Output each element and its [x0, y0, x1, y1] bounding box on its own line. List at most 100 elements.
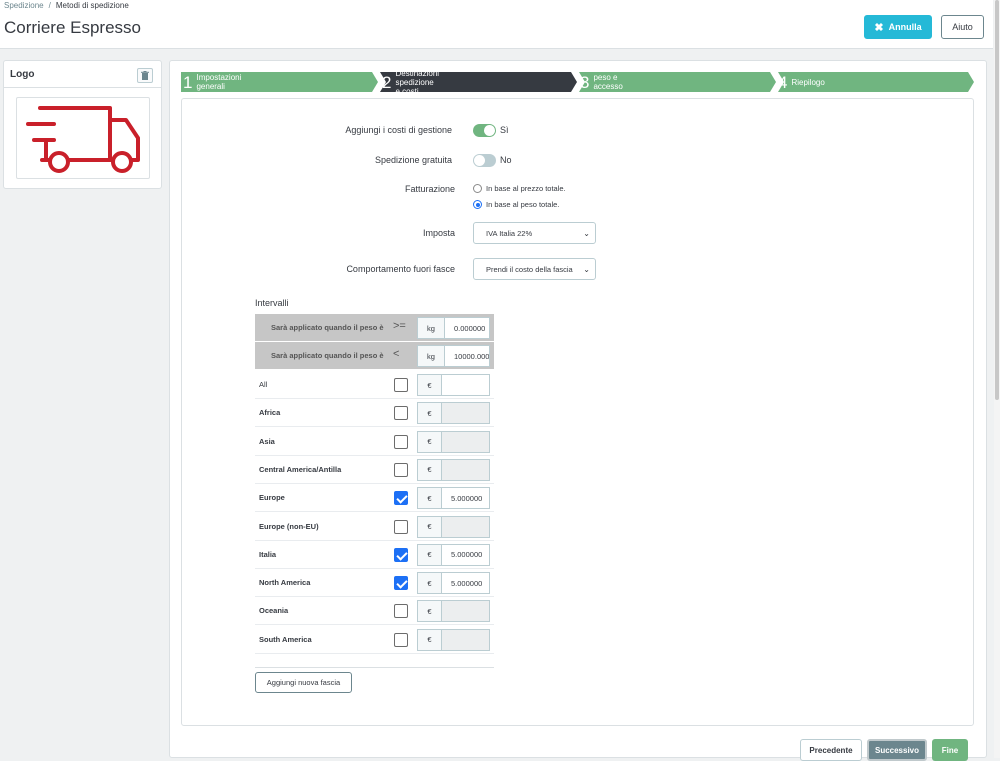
currency-addon: €: [417, 515, 442, 538]
range-upper-input[interactable]: 10000.000000: [444, 345, 490, 367]
zone-name: Europe: [259, 493, 285, 503]
help-button[interactable]: Aiuto: [941, 15, 984, 39]
zone-price-input[interactable]: 5.000000: [441, 487, 490, 510]
breadcrumb-parent-link[interactable]: Spedizione: [4, 1, 44, 10]
step-2[interactable]: 2 Destinazioni spedizione e costi: [380, 69, 439, 96]
zone-name: North America: [259, 578, 311, 588]
zone-price-input[interactable]: 5.000000: [441, 572, 490, 595]
zone-checkbox[interactable]: [394, 604, 408, 619]
zone-checkbox[interactable]: [394, 434, 408, 449]
zone-checkbox[interactable]: [394, 462, 408, 477]
zone-price-input[interactable]: [441, 430, 490, 453]
zone-name: Europe (non-EU): [259, 521, 319, 531]
chevron-down-icon: ⌄: [583, 229, 590, 238]
step-2-label: Destinazioni spedizione e costi: [395, 68, 440, 96]
zone-checkbox[interactable]: [394, 519, 408, 534]
currency-addon: €: [417, 374, 442, 396]
page-header: [0, 0, 993, 49]
cancel-label: Annulla: [888, 22, 922, 32]
zone-checkbox[interactable]: [394, 547, 408, 562]
breadcrumb-current: Metodi di spedizione: [55, 1, 129, 10]
toggle-knob: [484, 125, 495, 136]
zone-checkbox[interactable]: [394, 576, 408, 591]
zone-name: Asia: [259, 436, 275, 446]
logo-panel-header: Logo: [4, 61, 161, 88]
billing-option-weight-label: In base al peso totale.: [486, 200, 560, 209]
zone-price-input[interactable]: [441, 374, 490, 396]
zone-name: Africa: [259, 408, 281, 418]
logo-panel-title: Logo: [10, 69, 35, 80]
billing-option-price[interactable]: In base al prezzo totale.: [473, 184, 566, 193]
tax-select[interactable]: IVA Italia 22% ⌄: [473, 222, 596, 244]
tax-select-value: IVA Italia 22%: [486, 228, 533, 238]
delete-logo-button[interactable]: [137, 68, 153, 83]
out-of-range-select[interactable]: Prendi il costo della fascia ⌄: [473, 258, 596, 280]
zone-name: Italia: [259, 549, 277, 559]
handling-costs-toggle[interactable]: [473, 124, 496, 137]
billing-option-weight[interactable]: In base al peso totale.: [473, 200, 559, 209]
step-3-number: 3: [580, 72, 590, 92]
step-4-label: Riepilogo: [791, 77, 825, 87]
billing-label: Fatturazione: [404, 184, 455, 194]
zone-name: South America: [259, 634, 312, 644]
zone-checkbox[interactable]: [394, 491, 408, 506]
free-shipping-value: No: [500, 155, 512, 165]
currency-addon: €: [417, 600, 442, 623]
step-4-number: 4: [778, 72, 788, 92]
currency-addon: €: [417, 628, 442, 651]
ranges-divider: [255, 667, 494, 668]
currency-addon: €: [417, 572, 442, 595]
zone-price-input[interactable]: [441, 458, 490, 481]
step-1[interactable]: 1 Impostazioni generali: [181, 72, 241, 92]
step-1-label: Impostazioni generali: [196, 73, 242, 91]
currency-addon: €: [417, 430, 442, 453]
tax-label: Imposta: [422, 228, 455, 238]
zone-name: All: [259, 380, 268, 389]
logo-image: [16, 97, 150, 179]
billing-radio-weight[interactable]: [473, 200, 482, 209]
out-of-range-label: Comportamento fuori fasce: [346, 264, 455, 274]
scrollbar-thumb[interactable]: [995, 0, 999, 400]
currency-addon: €: [417, 543, 442, 566]
handling-costs-value: Sì: [500, 125, 509, 135]
zone-name: Oceania: [259, 606, 289, 616]
toggle-knob: [474, 155, 485, 166]
step-1-number: 1: [183, 72, 193, 92]
step-2-number: 2: [382, 72, 392, 92]
trash-icon: [141, 71, 149, 80]
range-upper-label: Sarà applicato quando il peso è: [271, 351, 384, 360]
range-upper-operator: <: [393, 348, 400, 360]
billing-option-price-label: In base al prezzo totale.: [486, 184, 566, 193]
chevron-down-icon: ⌄: [583, 265, 590, 274]
currency-addon: €: [417, 402, 442, 425]
close-icon: ✖: [874, 21, 884, 34]
handling-costs-label: Aggiungi i costi di gestione: [345, 125, 452, 135]
breadcrumb: Spedizione / Metodi di spedizione: [4, 1, 129, 10]
zone-checkbox[interactable]: [394, 632, 408, 647]
free-shipping-label: Spedizione gratuita: [374, 155, 452, 165]
step-3-label: Dimensioni, peso e accesso gruppo: [593, 64, 636, 100]
ranges-title: Intervalli: [255, 298, 289, 308]
zone-checkbox[interactable]: [394, 406, 408, 421]
cancel-button[interactable]: ✖ Annulla: [864, 15, 932, 39]
range-lower-unit: kg: [417, 317, 445, 339]
billing-radio-price[interactable]: [473, 184, 482, 193]
zone-price-input[interactable]: [441, 402, 490, 425]
step-3[interactable]: 3 Dimensioni, peso e accesso gruppo: [578, 64, 635, 100]
range-lower-operator: >=: [393, 320, 406, 332]
zone-checkbox[interactable]: [394, 378, 408, 392]
currency-addon: €: [417, 487, 442, 510]
free-shipping-toggle[interactable]: [473, 154, 496, 167]
currency-addon: €: [417, 458, 442, 481]
zone-price-input[interactable]: [441, 628, 490, 651]
range-lower-input[interactable]: 0.000000: [444, 317, 490, 339]
range-upper-unit: kg: [417, 345, 445, 367]
zone-price-input[interactable]: [441, 600, 490, 623]
step-4[interactable]: 4 Riepilogo: [776, 72, 825, 92]
zone-price-input[interactable]: 5.000000: [441, 543, 490, 566]
out-of-range-select-value: Prendi il costo della fascia: [486, 264, 573, 274]
delivery-truck-icon: [26, 106, 140, 173]
add-range-button[interactable]: Aggiungi nuova fascia: [255, 672, 352, 693]
logo-panel: Logo: [3, 60, 162, 189]
zone-price-input[interactable]: [441, 515, 490, 538]
